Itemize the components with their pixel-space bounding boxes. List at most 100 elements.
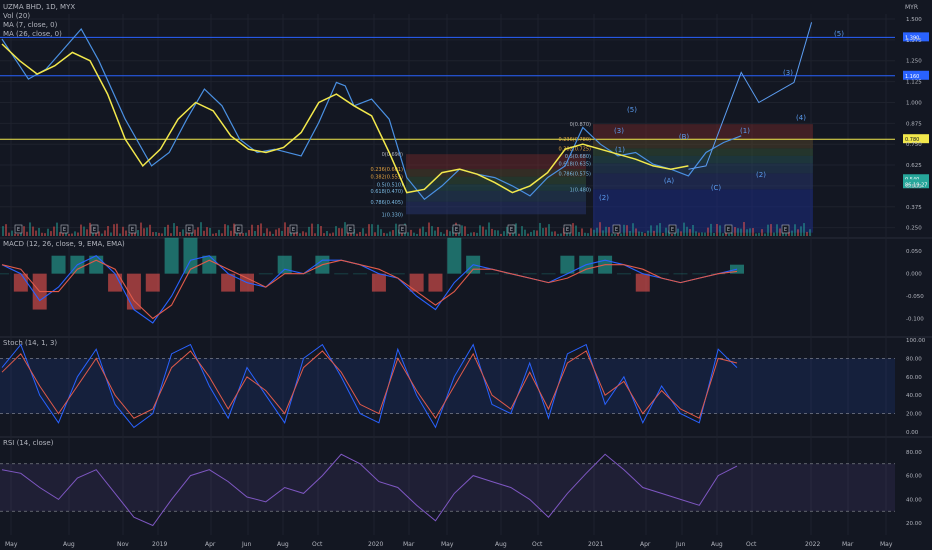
event-marker-label: E <box>93 227 96 233</box>
volume-bar <box>701 232 703 236</box>
event-marker-label: E <box>349 227 352 233</box>
volume-bar <box>98 231 100 236</box>
x-tick-label: Aug <box>277 541 289 548</box>
volume-bar <box>791 230 793 236</box>
volume-bar <box>554 231 556 236</box>
volume-bar <box>272 233 274 236</box>
volume-bar <box>29 222 31 236</box>
volume-bar <box>83 226 85 236</box>
macd-histogram-bar <box>428 273 443 292</box>
volume-bar <box>446 229 448 236</box>
volume-bar <box>389 231 391 236</box>
volume-bar <box>560 233 562 236</box>
volume-bar <box>806 231 808 236</box>
event-marker-label: E <box>401 227 404 233</box>
volume-bar <box>602 230 604 236</box>
volume-bar <box>755 233 757 236</box>
volume-bar <box>11 230 13 236</box>
volume-bar <box>611 233 613 236</box>
volume-bar <box>395 223 397 236</box>
rsi-label[interactable]: RSI (14, close) <box>3 439 53 447</box>
volume-bar <box>104 230 106 236</box>
volume-bar <box>221 233 223 236</box>
volume-bar <box>584 232 586 236</box>
symbol-title[interactable]: UZMA BHD, 1D, MYX <box>3 3 75 12</box>
fib-band <box>593 163 813 174</box>
volume-bar <box>443 233 445 236</box>
volume-bar <box>710 223 712 236</box>
volume-bar <box>770 224 772 236</box>
volume-bar <box>596 227 598 236</box>
x-tick-label: Oct <box>532 541 543 548</box>
volume-bar <box>614 233 616 236</box>
volume-bar <box>680 231 682 236</box>
volume-bar <box>266 228 268 236</box>
stoch-tick-label: 20.00 <box>906 412 922 418</box>
volume-bar <box>410 229 412 236</box>
volume-bar <box>329 233 331 236</box>
volume-bar <box>422 226 424 236</box>
volume-bar <box>548 224 550 236</box>
macd-histogram-bar <box>654 273 669 275</box>
volume-bar <box>440 232 442 236</box>
volume-bar <box>269 231 271 236</box>
volume-bar <box>578 231 580 236</box>
fib-label: 0.786(0.575) <box>558 171 591 177</box>
volume-bar <box>608 227 610 236</box>
indicator-ma26[interactable]: MA (26, close, 0) <box>3 30 75 39</box>
volume-bar <box>233 223 235 236</box>
volume-bar <box>116 223 118 236</box>
volume-bar <box>581 228 583 236</box>
volume-bar <box>572 223 574 236</box>
x-tick-label: Aug <box>63 541 75 548</box>
volume-bar <box>101 233 103 236</box>
rsi-tick-label: 60.00 <box>906 474 922 480</box>
macd-label[interactable]: MACD (12, 26, close, 9, EMA, EMA) <box>3 240 125 248</box>
x-tick-label: Apr <box>640 541 651 548</box>
volume-bar <box>374 232 376 236</box>
macd-histogram-bar <box>145 273 160 292</box>
volume-bar <box>638 231 640 236</box>
volume-bar <box>68 233 70 236</box>
volume-bar <box>230 230 232 236</box>
volume-bar <box>542 228 544 236</box>
volume-bar <box>218 229 220 236</box>
volume-bar <box>140 222 142 236</box>
x-tick-label: 2020 <box>368 541 383 548</box>
volume-bar <box>152 232 154 236</box>
x-tick-label: Mar <box>403 541 415 548</box>
volume-bar <box>491 228 493 236</box>
volume-bar <box>365 233 367 236</box>
volume-bar <box>761 229 763 236</box>
volume-bar <box>302 231 304 236</box>
y-tick-label: 1.500 <box>906 17 922 23</box>
volume-bar <box>86 229 88 236</box>
indicator-vol[interactable]: Vol (20) <box>3 12 75 21</box>
volume-bar <box>203 230 205 236</box>
volume-bar <box>179 231 181 236</box>
volume-bar <box>464 226 466 236</box>
volume-bar <box>503 231 505 236</box>
macd-histogram-bar <box>202 255 217 274</box>
indicator-ma7[interactable]: MA (7, close, 0) <box>3 21 75 30</box>
stoch-label[interactable]: Stoch (14, 1, 3) <box>3 339 57 347</box>
x-tick-label: Jun <box>241 541 252 548</box>
volume-bar <box>146 227 148 236</box>
fib-label: 1(0.480) <box>570 187 591 193</box>
volume-bar <box>425 232 427 236</box>
volume-bar <box>656 225 658 236</box>
volume-bar <box>332 232 334 236</box>
volume-bar <box>413 232 415 236</box>
volume-bar <box>323 233 325 236</box>
x-tick-label: May <box>880 541 893 548</box>
chart-canvas[interactable]: 0(0.690)0.236(0.601)0.382(0.555)0.5(0.51… <box>0 0 932 550</box>
wave-label: (A) <box>664 177 675 185</box>
volume-bar <box>167 224 169 236</box>
macd-histogram-bar <box>0 273 9 275</box>
volume-bar <box>437 227 439 236</box>
volume-bar <box>311 223 313 236</box>
volume-bar <box>185 233 187 236</box>
volume-bar <box>17 233 19 236</box>
volume-bar <box>26 231 28 236</box>
volume-bar <box>557 233 559 236</box>
